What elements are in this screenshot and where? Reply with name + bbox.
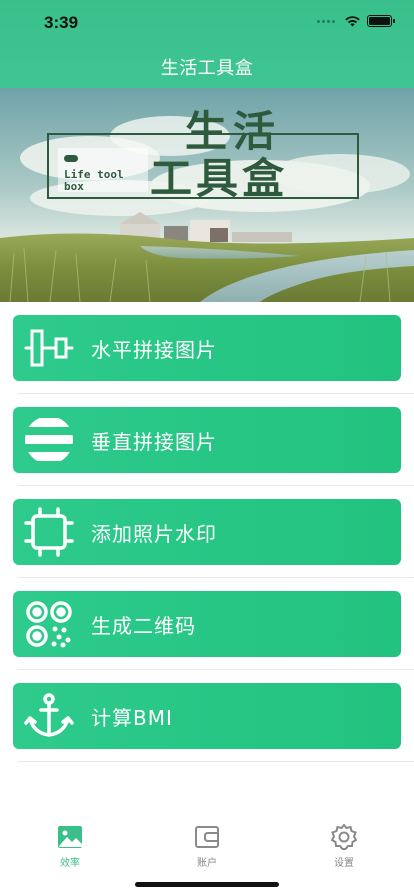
list-item: 添加照片水印 [0, 486, 414, 578]
tab-efficiency[interactable]: 效率 [35, 824, 105, 869]
tab-account[interactable]: 账户 [172, 824, 242, 869]
list-item: 计算BMI [0, 670, 414, 762]
tab-label: 效率 [60, 858, 80, 869]
list-item: 垂直拼接图片 [0, 394, 414, 486]
tab-settings[interactable]: 设置 [309, 824, 379, 869]
battery-icon [367, 15, 395, 27]
watermark-crop-icon [23, 506, 75, 558]
vertical-stitch-button[interactable]: 垂直拼接图片 [13, 407, 401, 473]
list-item: 生成二维码 [0, 578, 414, 670]
banner-subtitle-line2: box [64, 180, 84, 193]
add-watermark-button[interactable]: 添加照片水印 [13, 499, 401, 565]
tool-label: 水平拼接图片 [91, 337, 217, 362]
divider [18, 761, 414, 762]
status-bar: 3:39 [0, 0, 414, 44]
tool-label: 计算BMI [91, 705, 173, 730]
wallet-icon [195, 826, 219, 848]
horizontal-stitch-button[interactable]: 水平拼接图片 [13, 315, 401, 381]
list-item: 水平拼接图片 [0, 302, 414, 394]
tool-list: 水平拼接图片 垂直拼接图片 添加照片水印 生成二维码 计算BMI [0, 302, 414, 762]
signal-dots-icon [317, 19, 335, 23]
banner-title-line1: 生活 [185, 107, 281, 156]
tab-bar: 效率 账户 设置 [0, 800, 414, 896]
header: 3:39 生活工具盒 [0, 0, 414, 88]
banner-title-line2: 工具盒 [150, 154, 288, 203]
horizontal-stitch-icon [23, 322, 75, 374]
tab-label: 设置 [334, 858, 354, 869]
wifi-icon [345, 16, 360, 27]
vertical-stitch-icon [23, 414, 75, 466]
tool-label: 垂直拼接图片 [91, 429, 217, 454]
page-title: 生活工具盒 [160, 58, 254, 79]
picture-icon [58, 826, 82, 848]
tab-label: 账户 [197, 858, 217, 869]
banner-image: Life tool box 生活 工具盒 [0, 88, 414, 302]
tool-label: 添加照片水印 [91, 521, 217, 546]
status-time: 3:39 [44, 13, 79, 32]
calculate-bmi-button[interactable]: 计算BMI [13, 683, 401, 749]
qr-code-icon [23, 598, 75, 650]
anchor-icon [23, 690, 75, 742]
status-icons [317, 15, 395, 27]
generate-qr-button[interactable]: 生成二维码 [13, 591, 401, 657]
tool-label: 生成二维码 [91, 613, 196, 638]
home-indicator [135, 882, 279, 887]
gear-icon [331, 824, 357, 850]
